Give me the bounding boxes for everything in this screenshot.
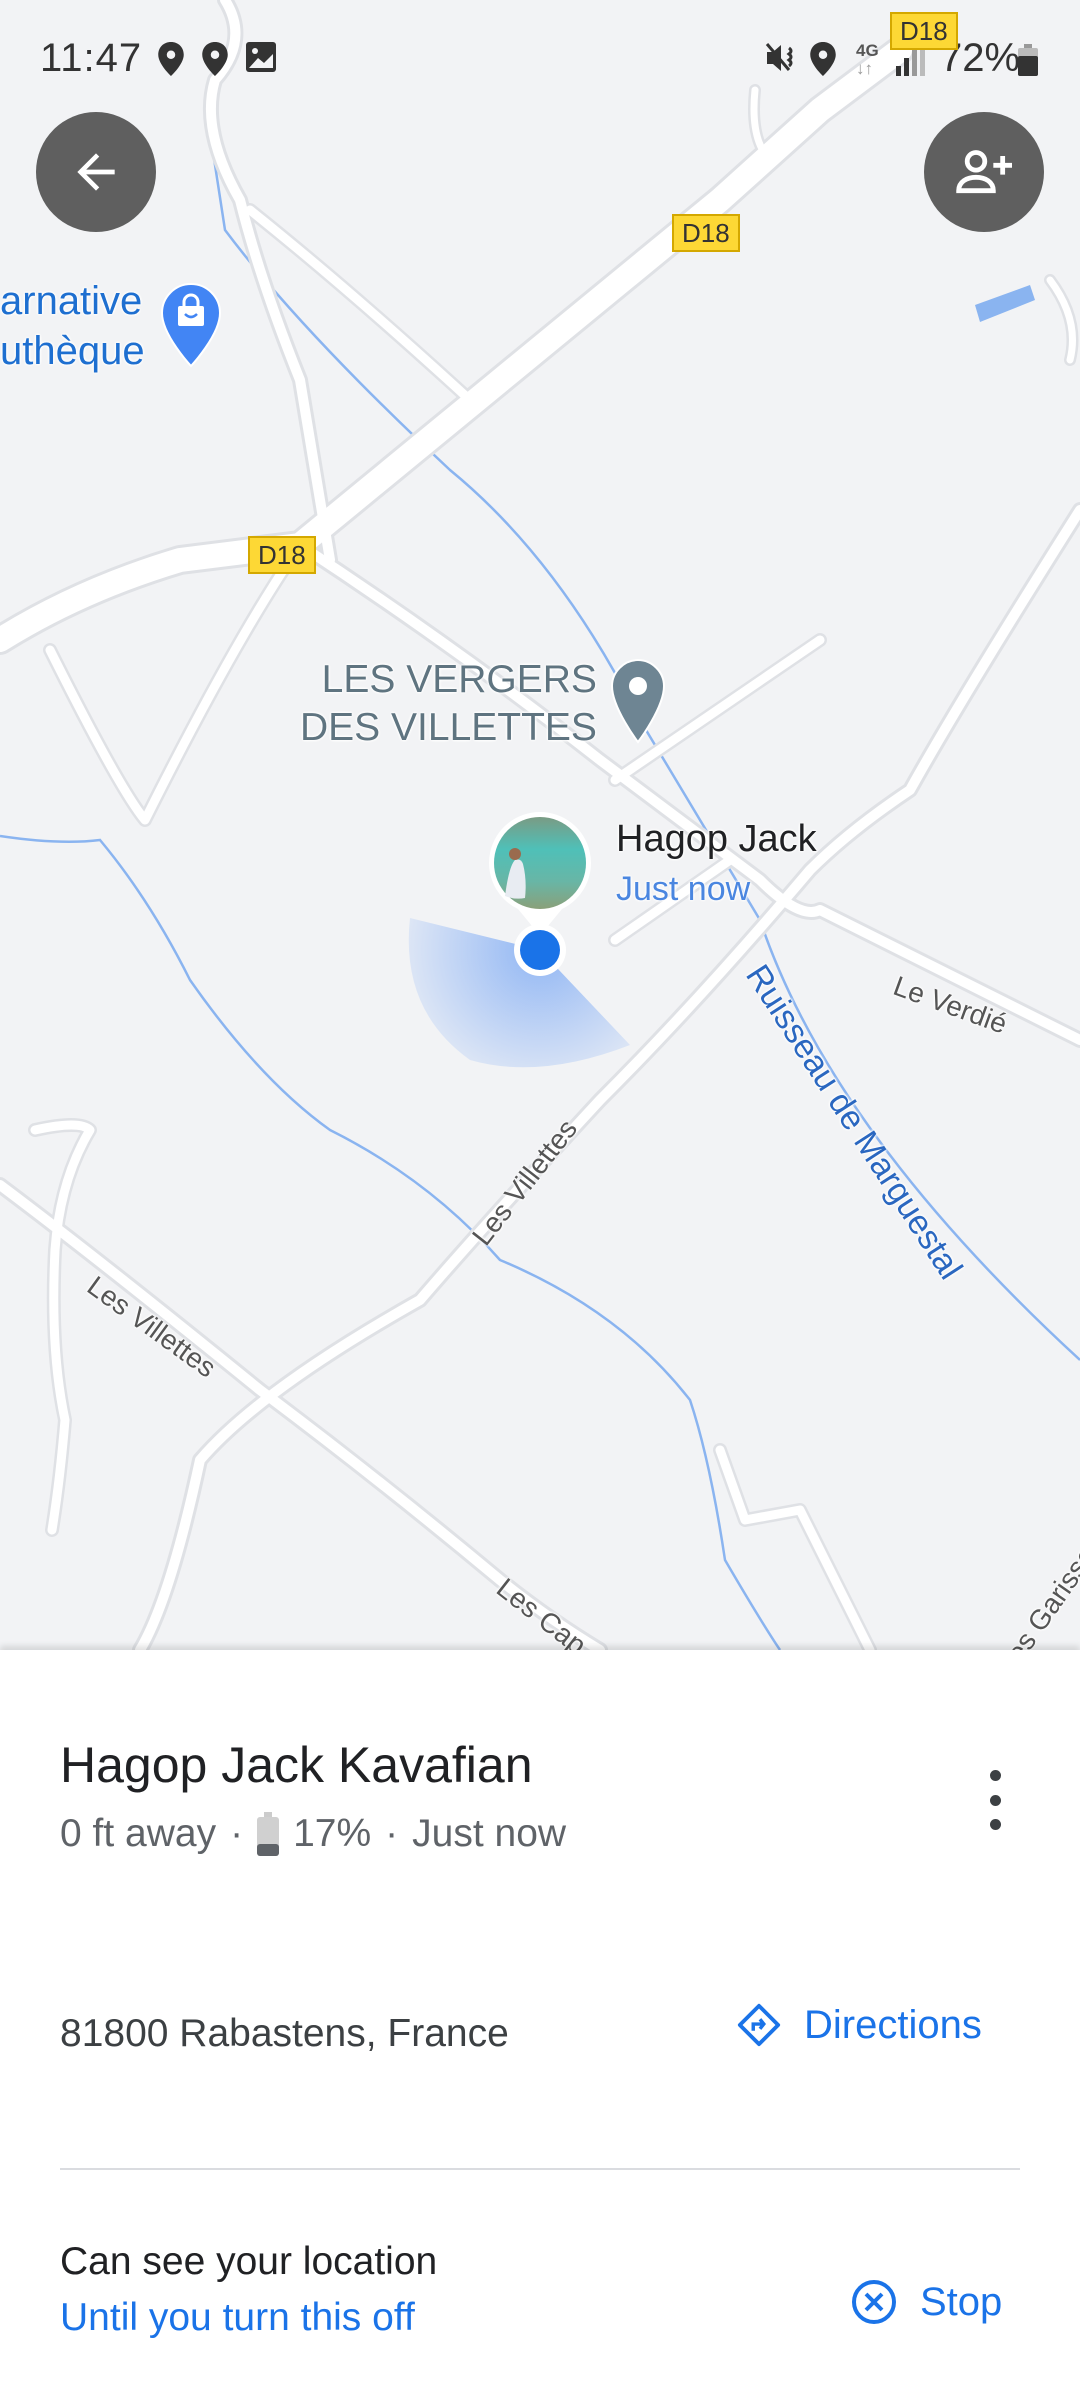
separator: · xyxy=(230,1812,244,1855)
location-dot xyxy=(514,924,566,976)
shop-label-line1: arnative xyxy=(0,279,143,323)
distance: 0 ft away xyxy=(60,1812,217,1855)
dot xyxy=(989,1770,1001,1781)
back-button[interactable] xyxy=(36,112,156,232)
divider xyxy=(60,2168,1020,2170)
shop-label-line2: uthèque xyxy=(0,329,145,373)
dot xyxy=(989,1819,1001,1830)
person-add-icon xyxy=(956,150,1012,194)
battery-percent: 17% xyxy=(293,1812,372,1855)
marker-time: Just now xyxy=(616,870,751,908)
network-type: 4G xyxy=(856,41,879,60)
stop-sharing-button[interactable]: Stop xyxy=(850,2278,1002,2326)
directions-label: Directions xyxy=(804,2002,982,2047)
road-shield-d18: D18 xyxy=(890,12,958,50)
poi-label[interactable]: LES VERGERS DES VILLETTES xyxy=(300,656,597,752)
pond xyxy=(975,285,1035,322)
location-pin-icon xyxy=(810,42,836,76)
last-seen: Just now xyxy=(412,1812,567,1855)
dot xyxy=(989,1794,1001,1806)
directions-button[interactable]: Directions xyxy=(736,2002,982,2048)
place-pin-icon[interactable] xyxy=(610,658,666,744)
contact-meta: 0 ft away · 17% · Just now xyxy=(60,1812,566,1856)
separator: · xyxy=(385,1812,399,1855)
cancel-circle-icon xyxy=(852,2280,896,2324)
address: 81800 Rabastens, France xyxy=(60,2012,509,2055)
battery-icon xyxy=(257,1812,280,1856)
more-options-button[interactable] xyxy=(975,1770,1015,1830)
road-shield-d18: D18 xyxy=(672,214,740,252)
status-time: 11:47 xyxy=(40,36,143,80)
directions-icon xyxy=(737,2003,781,2047)
share-duration[interactable]: Until you turn this off xyxy=(60,2296,415,2340)
battery-icon xyxy=(1018,44,1038,76)
shopping-bag-pin-icon[interactable] xyxy=(160,282,222,368)
image-icon xyxy=(246,42,276,72)
map-view[interactable]: 11:47 4G ↓↑ 72% D18 D18 D18 arnative uthè… xyxy=(0,0,1080,1650)
river-line xyxy=(0,834,782,1650)
stop-label: Stop xyxy=(920,2279,1003,2324)
road-shield-d18: D18 xyxy=(248,536,316,574)
location-pin-icon xyxy=(202,42,228,76)
poi-label-line2: DES VILLETTES xyxy=(300,706,597,749)
add-person-button[interactable] xyxy=(924,112,1044,232)
vibrate-mute-icon xyxy=(765,43,793,71)
bottom-sheet: Hagop Jack Kavafian 0 ft away · 17% · Ju… xyxy=(0,1650,1080,2400)
poi-label-line1: LES VERGERS xyxy=(321,658,597,701)
arrow-back-icon xyxy=(77,153,115,191)
share-status-title: Can see your location xyxy=(60,2240,438,2283)
marker-name: Hagop Jack xyxy=(616,818,817,860)
4g-data-icon: 4G ↓↑ xyxy=(856,41,879,78)
location-pin-icon xyxy=(158,42,184,76)
shop-poi-label[interactable]: arnative uthèque xyxy=(0,276,145,376)
contact-name: Hagop Jack Kavafian xyxy=(60,1737,533,1793)
